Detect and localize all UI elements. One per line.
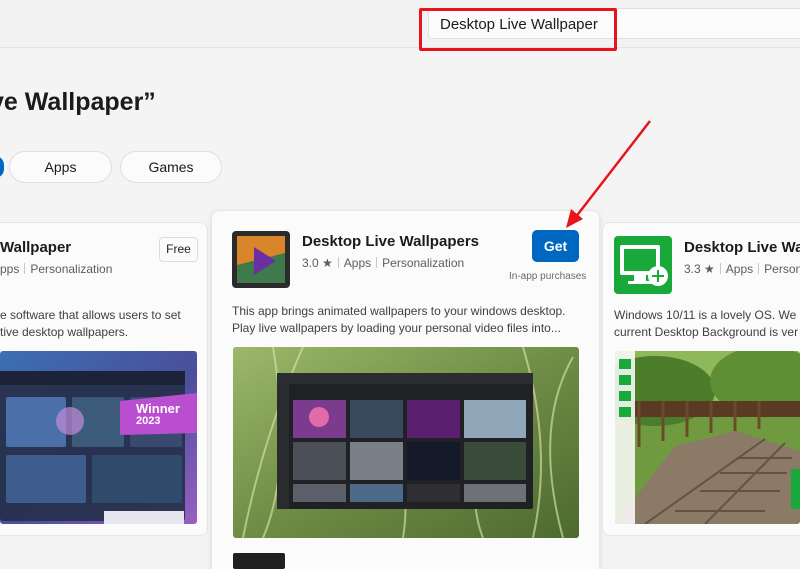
annotation-arrow [566,120,651,228]
